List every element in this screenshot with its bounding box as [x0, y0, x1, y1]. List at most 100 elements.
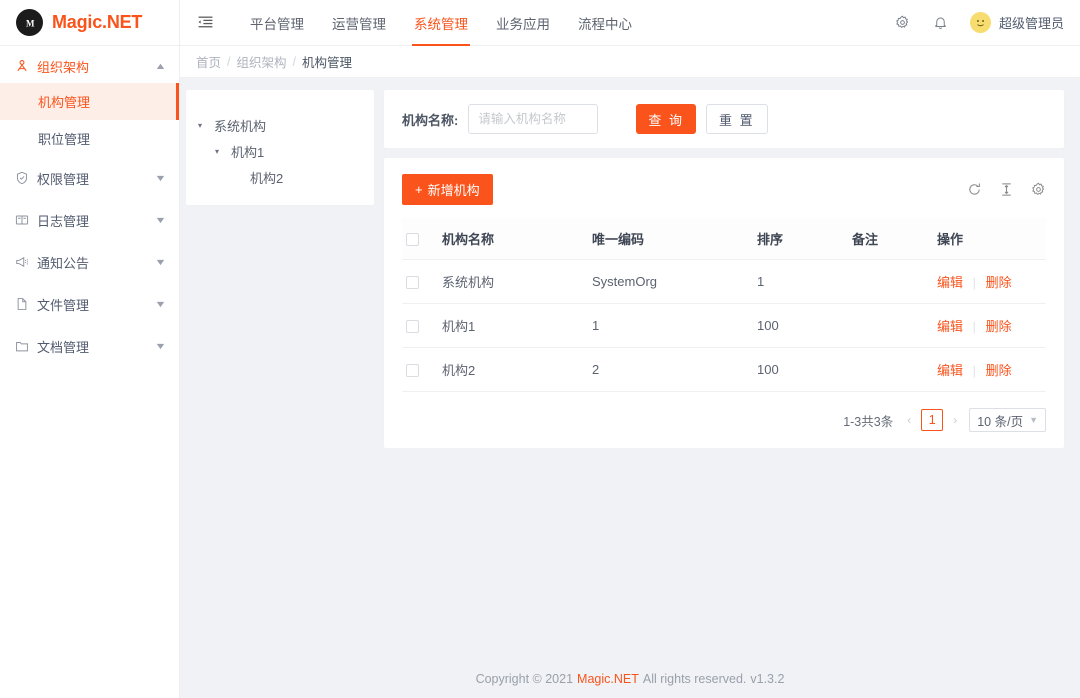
column-height-icon[interactable]	[999, 182, 1014, 197]
gear-icon[interactable]	[1031, 182, 1046, 197]
cell-name: 系统机构	[442, 259, 592, 304]
cell-remark	[852, 303, 937, 348]
table-row[interactable]: 系统机构 SystemOrg 1 编辑 | 删除	[402, 259, 1046, 304]
delete-link[interactable]: 删除	[986, 319, 1012, 334]
sidebar-item-position-management[interactable]: 职位管理	[0, 120, 179, 157]
delete-link[interactable]: 删除	[986, 275, 1012, 290]
content-area: ▾ 系统机构 ▾ 机构1 机构2 机构名称: 查 询 重 置	[180, 78, 1080, 660]
user-name: 超级管理员	[998, 16, 1064, 31]
chevron-down-icon[interactable]: ▾	[198, 121, 207, 130]
tree-node-label: 机构1	[231, 144, 265, 160]
chevron-down-icon: ▼	[154, 299, 167, 309]
row-checkbox[interactable]	[406, 320, 419, 334]
sidebar-item-label: 权限管理	[37, 171, 90, 187]
edit-link[interactable]: 编辑	[937, 275, 963, 290]
row-checkbox[interactable]	[406, 364, 419, 378]
brand-logo-icon: M	[16, 9, 43, 36]
edit-link[interactable]: 编辑	[937, 319, 963, 334]
edit-link[interactable]: 编辑	[937, 363, 963, 378]
row-select-cell	[402, 259, 442, 304]
footer-brand: Magic.NET	[577, 672, 639, 686]
page-size-select[interactable]: 10 条/页 ▼	[969, 408, 1046, 432]
pagination: 1-3共3条 ‹ 1 › 10 条/页 ▼	[402, 408, 1046, 432]
org-table: 机构名称 唯一编码 排序 备注 操作 系统机构 SystemOrg 1 编辑 |…	[402, 218, 1046, 392]
topnav-label: 系统管理	[414, 16, 468, 32]
sidebar-item-label: 文档管理	[37, 339, 90, 355]
reset-button[interactable]: 重 置	[705, 104, 768, 134]
sidebar-item-org-management[interactable]: 机构管理	[0, 83, 179, 120]
page-number-1[interactable]: 1	[921, 409, 944, 431]
row-checkbox[interactable]	[406, 276, 419, 290]
chevron-down-icon: ▼	[154, 257, 167, 267]
breadcrumb-separator: /	[292, 54, 296, 69]
sidebar-item-notice[interactable]: 通知公告 ▼	[0, 241, 179, 283]
cell-code: 1	[592, 303, 757, 348]
toolbar-icons	[967, 182, 1046, 197]
prev-page-button[interactable]: ‹	[905, 413, 913, 427]
chevron-down-icon: ▼	[1029, 415, 1038, 425]
bell-icon[interactable]	[922, 0, 960, 46]
footer-version: v1.3.2	[750, 672, 785, 686]
breadcrumb-item-org[interactable]: 组织架构	[237, 52, 287, 71]
logo-area[interactable]: M Magic.NET	[0, 0, 179, 46]
chevron-down-icon[interactable]: ▾	[215, 147, 224, 156]
page-size-label: 10 条/页	[977, 414, 1024, 429]
app-root: M Magic.NET 组织架构 ▲ 机构管理 职位管理 权限管理 ▼ 日志管理…	[0, 0, 1080, 698]
sidebar-menu: 组织架构 ▲ 机构管理 职位管理 权限管理 ▼ 日志管理 ▼ 通知公告 ▼ 文件…	[0, 46, 179, 367]
topnav-item-workflow[interactable]: 流程中心	[564, 0, 646, 46]
svg-text:M: M	[26, 18, 35, 28]
topnav-item-platform[interactable]: 平台管理	[236, 0, 318, 46]
reload-icon[interactable]	[967, 182, 982, 197]
sidebar-item-label: 文件管理	[37, 297, 90, 313]
sidebar-item-permission[interactable]: 权限管理 ▼	[0, 157, 179, 199]
delete-link[interactable]: 删除	[986, 363, 1012, 378]
column-header-code: 唯一编码	[592, 218, 757, 260]
table-row[interactable]: 机构2 2 100 编辑 | 删除	[402, 347, 1046, 392]
breadcrumb-item-home[interactable]: 首页	[196, 52, 221, 71]
tree-node-org2[interactable]: 机构2	[198, 164, 362, 190]
filter-panel: 机构名称: 查 询 重 置	[384, 90, 1064, 148]
action-separator: |	[972, 363, 977, 378]
folder-icon	[14, 339, 29, 353]
add-org-label: 新增机构	[427, 182, 480, 198]
column-header-actions: 操作	[937, 218, 1046, 260]
topnav-item-business[interactable]: 业务应用	[482, 0, 564, 46]
sidebar-item-file[interactable]: 文件管理 ▼	[0, 283, 179, 325]
cell-actions: 编辑 | 删除	[937, 347, 1046, 392]
tree-node-org1[interactable]: ▾ 机构1	[198, 138, 362, 164]
column-header-name: 机构名称	[442, 218, 592, 260]
sidebar: M Magic.NET 组织架构 ▲ 机构管理 职位管理 权限管理 ▼ 日志管理…	[0, 0, 180, 698]
breadcrumb: 首页 / 组织架构 / 机构管理	[180, 46, 1080, 78]
menu-fold-icon[interactable]	[192, 10, 218, 36]
select-all-header	[402, 218, 442, 260]
table-row[interactable]: 机构1 1 100 编辑 | 删除	[402, 303, 1046, 348]
next-page-button[interactable]: ›	[951, 413, 959, 427]
user-menu[interactable]: 超级管理员	[960, 12, 1064, 33]
chevron-down-icon: ▼	[154, 215, 167, 225]
sidebar-item-log[interactable]: 日志管理 ▼	[0, 199, 179, 241]
action-separator: |	[972, 275, 977, 290]
breadcrumb-separator: /	[227, 54, 231, 69]
top-navigation: 平台管理 运营管理 系统管理 业务应用 流程中心	[236, 0, 646, 46]
topnav-item-operations[interactable]: 运营管理	[318, 0, 400, 46]
topnav-label: 业务应用	[496, 16, 550, 32]
row-select-cell	[402, 303, 442, 348]
sidebar-item-label: 日志管理	[37, 213, 90, 229]
cell-name: 机构1	[442, 303, 592, 348]
table-toolbar: + 新增机构	[402, 172, 1046, 206]
add-org-button[interactable]: + 新增机构	[402, 173, 493, 205]
tree-node-label: 机构2	[250, 170, 284, 186]
gear-icon[interactable]	[884, 0, 922, 46]
cell-sort: 1	[757, 259, 852, 304]
column-header-sort: 排序	[757, 218, 852, 260]
column-header-remark: 备注	[852, 218, 937, 260]
search-button[interactable]: 查 询	[636, 104, 696, 134]
book-icon	[14, 213, 29, 227]
sidebar-item-document[interactable]: 文档管理 ▼	[0, 325, 179, 367]
sidebar-item-org-structure[interactable]: 组织架构 ▲	[0, 49, 179, 83]
tree-node-system-org[interactable]: ▾ 系统机构	[198, 112, 362, 138]
topnav-label: 运营管理	[332, 16, 386, 32]
topnav-item-system[interactable]: 系统管理	[400, 0, 482, 46]
search-input[interactable]	[468, 104, 599, 134]
select-all-checkbox[interactable]	[406, 233, 419, 247]
